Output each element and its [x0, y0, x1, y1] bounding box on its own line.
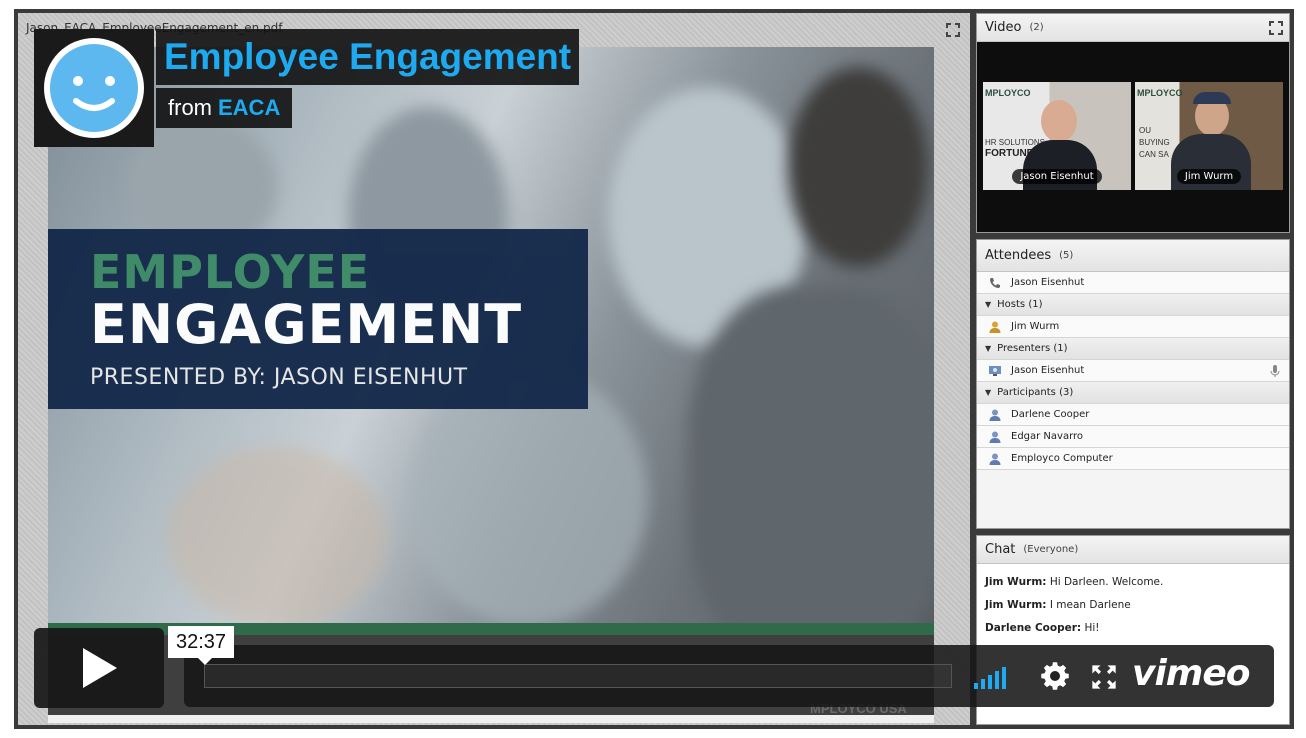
participant-name: Edgar Navarro [1011, 431, 1084, 442]
presenter-name: Jason Eisenhut [1011, 365, 1085, 376]
participant-name: Employco Computer [1011, 453, 1113, 464]
hosts-group-label: Hosts (1) [997, 299, 1043, 310]
presenter-icon [987, 364, 1003, 378]
chat-sender: Jim Wurm: [985, 599, 1047, 611]
chat-sender: Darlene Cooper: [985, 622, 1082, 634]
volume-bar [1002, 667, 1006, 689]
attendees-pod: Attendees (5) Jason Eisenhut ▼ Hosts (1)… [976, 239, 1290, 529]
chat-message: Darlene Cooper: Hi! [977, 614, 1289, 637]
participant-name: Darlene Cooper [1011, 409, 1090, 420]
person-cap [1193, 92, 1231, 104]
chat-scope[interactable]: (Everyone) [1023, 544, 1078, 555]
chat-message: Jim Wurm: Hi Darleen. Welcome. [977, 568, 1289, 591]
phone-icon [987, 276, 1003, 290]
host-name: Jim Wurm [1011, 321, 1060, 332]
maximize-icon[interactable] [1267, 19, 1285, 37]
attendee-name: Jason Eisenhut [1011, 277, 1085, 288]
play-icon [83, 648, 117, 688]
collapse-triangle-icon[interactable]: ▼ [985, 300, 991, 309]
chat-text: I mean Darlene [1046, 599, 1131, 611]
video-pod: Video (2) MPLOYCO HR SOLUTIONS FORTUNE J… [976, 13, 1290, 233]
person-head [1041, 100, 1077, 142]
chat-text: Hi Darleen. Welcome. [1046, 576, 1164, 588]
right-column: Video (2) MPLOYCO HR SOLUTIONS FORTUNE J… [976, 13, 1290, 725]
hosts-group-header[interactable]: ▼ Hosts (1) [977, 294, 1289, 316]
slide-title-line1: EMPLOYEE [90, 245, 371, 299]
volume-bar [988, 675, 992, 689]
cam-label: Jim Wurm [1135, 166, 1283, 184]
timecode-tooltip: 32:37 [168, 626, 235, 665]
settings-gear-icon[interactable] [1040, 661, 1070, 691]
video-pod-header: Video (2) [977, 14, 1289, 42]
presenters-group-header[interactable]: ▼ Presenters (1) [977, 338, 1289, 360]
volume-bar [981, 679, 985, 689]
presenter-row[interactable]: Jason Eisenhut [977, 360, 1289, 382]
participants-group-label: Participants (3) [997, 387, 1074, 398]
chat-sender: Jim Wurm: [985, 576, 1047, 588]
video-title: Employee Engagement [164, 36, 572, 77]
video-feed-area: MPLOYCO HR SOLUTIONS FORTUNE Jason Eisen… [977, 42, 1289, 232]
participant-row[interactable]: Edgar Navarro [977, 426, 1289, 448]
collapse-triangle-icon[interactable]: ▼ [985, 388, 991, 397]
player-control-bar: vimeo [184, 645, 1274, 707]
cam-sign-text: CAN SA [1139, 150, 1169, 159]
chat-title: Chat [985, 542, 1016, 557]
chat-text: Hi! [1081, 622, 1100, 634]
slide-subtitle: PRESENTED BY: JASON EISENHUT [90, 365, 468, 390]
slide-footer-line [48, 715, 934, 723]
smiley-avatar-icon [44, 38, 144, 138]
video-pod-count: (2) [1029, 22, 1044, 33]
progress-bar[interactable] [204, 664, 952, 688]
slide-title-box: EMPLOYEE ENGAGEMENT PRESENTED BY: JASON … [48, 229, 588, 409]
volume-bar [995, 671, 999, 689]
video-title-link[interactable]: Employee Engagement [156, 29, 580, 85]
attendee-row[interactable]: Jason Eisenhut [977, 272, 1289, 294]
cam-sign-text: MPLOYCO [1137, 88, 1183, 98]
microphone-icon [1269, 364, 1281, 378]
webcam-jim[interactable]: MPLOYCO OU BUYING CAN SA Jim Wurm [1135, 82, 1283, 190]
channel-link[interactable]: EACA [218, 95, 280, 121]
host-row[interactable]: Jim Wurm [977, 316, 1289, 338]
video-byline: from EACA [156, 88, 293, 128]
video-pod-title: Video [985, 20, 1022, 35]
cam-label: Jason Eisenhut [983, 166, 1131, 184]
vimeo-logo[interactable]: vimeo [1132, 653, 1250, 694]
volume-bar [974, 683, 978, 689]
participant-icon [987, 430, 1003, 444]
participant-row[interactable]: Employco Computer [977, 448, 1289, 470]
attendees-pod-header: Attendees (5) [977, 240, 1289, 272]
participant-icon [987, 408, 1003, 422]
volume-control[interactable] [974, 663, 1006, 689]
host-icon [987, 320, 1003, 334]
presentation-slide: EMPLOYEE ENGAGEMENT PRESENTED BY: JASON … [48, 47, 934, 723]
cam-name-jim: Jim Wurm [1176, 169, 1242, 184]
maximize-icon[interactable] [944, 21, 962, 39]
play-button[interactable] [34, 628, 164, 708]
byline-from: from [168, 95, 212, 120]
chat-messages: Jim Wurm: Hi Darleen. Welcome. Jim Wurm:… [977, 564, 1289, 637]
chat-message: Jim Wurm: I mean Darlene [977, 591, 1289, 614]
fullscreen-icon[interactable] [1090, 663, 1118, 691]
channel-avatar[interactable] [34, 29, 154, 147]
participant-row[interactable]: Darlene Cooper [977, 404, 1289, 426]
chat-pod-header: Chat (Everyone) [977, 536, 1289, 564]
participant-icon [987, 452, 1003, 466]
attendees-title: Attendees [985, 248, 1052, 263]
presenters-group-label: Presenters (1) [997, 343, 1068, 354]
cam-name-jason: Jason Eisenhut [1012, 169, 1102, 184]
collapse-triangle-icon[interactable]: ▼ [985, 344, 991, 353]
cam-sign-text: OU [1139, 126, 1151, 135]
cam-sign-text: BUYING [1139, 138, 1170, 147]
attendees-count: (5) [1059, 250, 1074, 261]
participants-group-header[interactable]: ▼ Participants (3) [977, 382, 1289, 404]
webcam-jason[interactable]: MPLOYCO HR SOLUTIONS FORTUNE Jason Eisen… [983, 82, 1131, 190]
slide-title-line2: ENGAGEMENT [90, 293, 523, 356]
cam-sign-text: MPLOYCO [985, 88, 1031, 98]
